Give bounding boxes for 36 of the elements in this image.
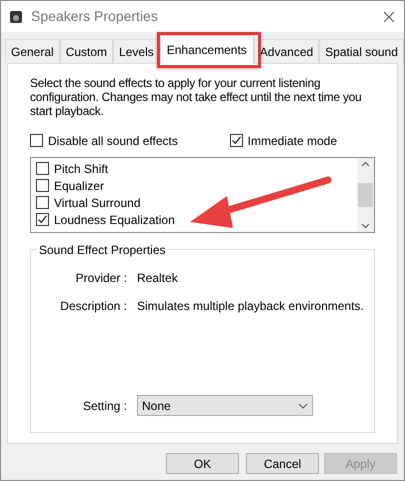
checkbox[interactable] (36, 162, 49, 175)
scrollbar-thumb[interactable] (358, 183, 373, 207)
checkbox[interactable] (36, 179, 49, 192)
checkbox[interactable] (230, 134, 243, 147)
tab[interactable]: Spatial sound (319, 39, 404, 63)
setting-label: Setting : (82, 398, 127, 414)
dialog-button[interactable]: OK (166, 453, 239, 474)
scrollbar[interactable] (357, 158, 374, 232)
checkbox[interactable] (30, 134, 43, 147)
checkbox[interactable] (36, 196, 49, 209)
chevron-down-icon (298, 402, 308, 408)
check-icon (230, 135, 242, 146)
instructions-text: Select the sound effects to apply for your current listening configuration. Changes may not take effect until the next time you start playback. (30, 76, 362, 118)
checkbox-option[interactable]: Disable all sound effects (30, 132, 178, 149)
setting-dropdown[interactable]: None (137, 395, 313, 416)
effect-item[interactable]: Equalizer (36, 177, 104, 194)
effect-item[interactable]: Loudness Equalization (36, 211, 175, 228)
tab[interactable]: General (5, 39, 60, 63)
property-value: Realtek (137, 270, 178, 287)
checkbox[interactable] (36, 213, 49, 226)
property-value: Simulates multiple playback environments. (137, 298, 364, 315)
effect-item[interactable]: Virtual Surround (36, 194, 140, 211)
checkbox-option[interactable]: Immediate mode (230, 132, 337, 149)
tab[interactable]: Custom (60, 39, 114, 63)
check-icon (37, 214, 48, 225)
tab[interactable]: Advanced (254, 39, 320, 63)
speaker-icon (9, 10, 23, 24)
window-title: Speakers Properties (31, 7, 159, 26)
property-label: Description : (59, 298, 127, 315)
tab[interactable]: Levels (113, 39, 160, 63)
scroll-up-icon[interactable] (361, 161, 370, 167)
property-label: Provider : (74, 270, 127, 287)
dialog-button[interactable]: Cancel (246, 453, 319, 474)
close-icon[interactable] (382, 10, 396, 24)
scroll-down-icon[interactable] (361, 223, 370, 229)
effect-item[interactable]: Pitch Shift (36, 160, 108, 177)
